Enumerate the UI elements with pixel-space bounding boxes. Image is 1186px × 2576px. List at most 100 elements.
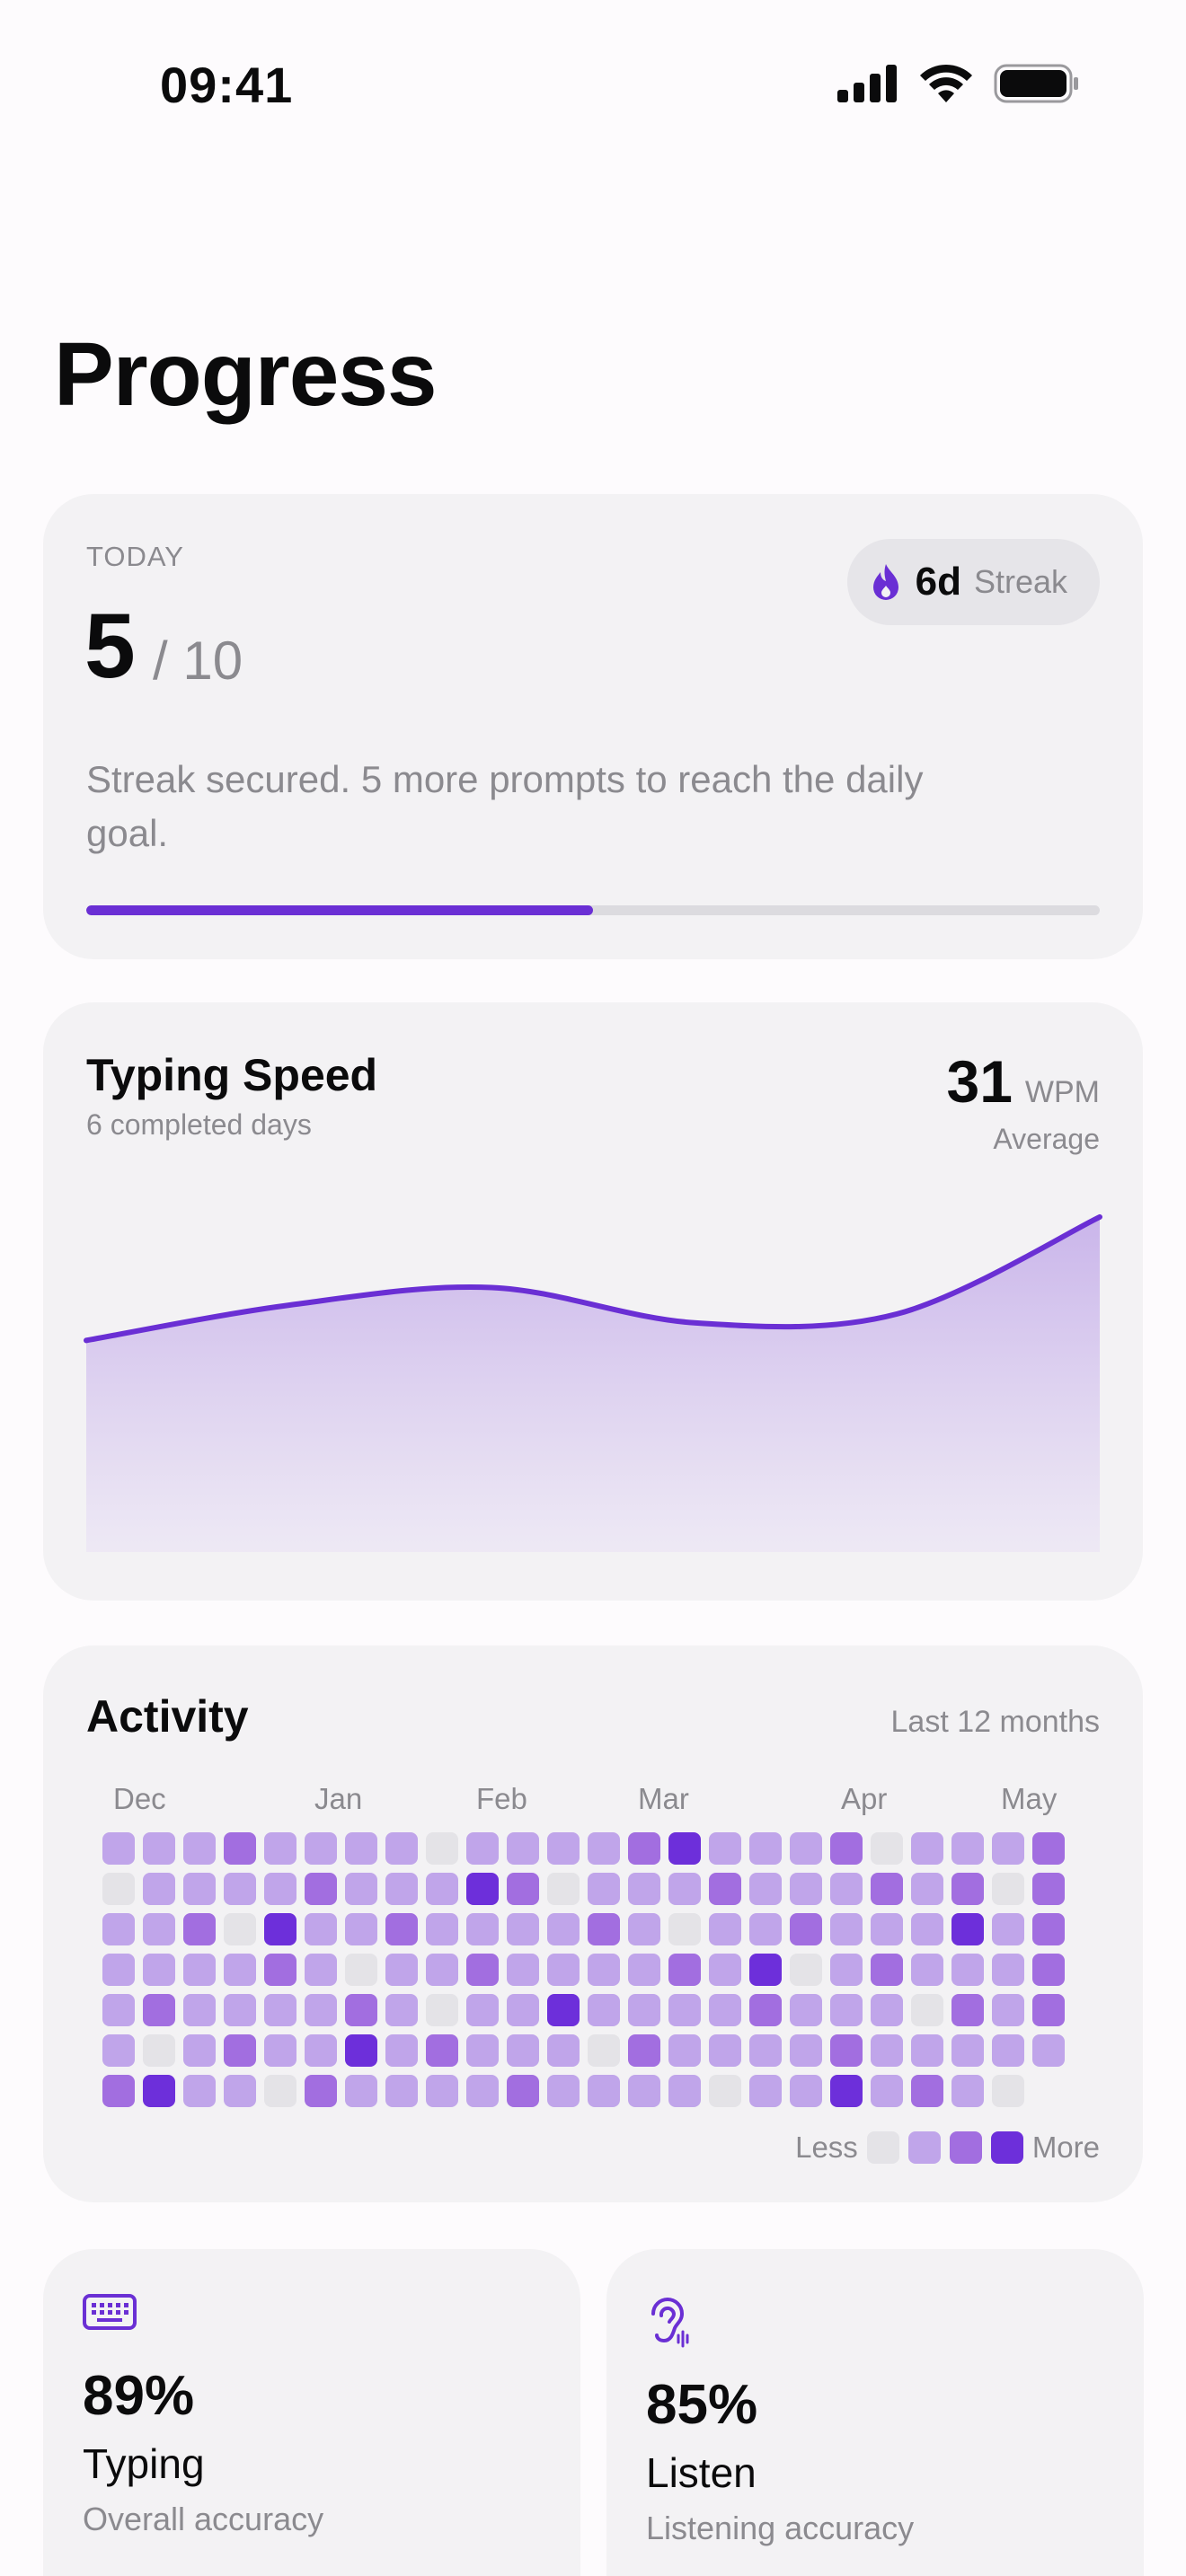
activity-day-cell[interactable] — [224, 2034, 256, 2067]
activity-day-cell[interactable] — [628, 1954, 660, 1986]
activity-day-cell[interactable] — [345, 2075, 377, 2107]
activity-day-cell[interactable] — [183, 2034, 216, 2067]
activity-day-cell[interactable] — [183, 1994, 216, 2026]
activity-day-cell[interactable] — [709, 1954, 741, 1986]
activity-day-cell[interactable] — [102, 1913, 135, 1945]
activity-day-cell[interactable] — [709, 2034, 741, 2067]
activity-day-cell[interactable] — [183, 1954, 216, 1986]
activity-day-cell[interactable] — [790, 1913, 822, 1945]
activity-day-cell[interactable] — [224, 1994, 256, 2026]
activity-day-cell[interactable] — [102, 2034, 135, 2067]
typing-speed-card[interactable]: Typing Speed 6 completed days 31 WPM Ave… — [43, 1002, 1143, 1601]
activity-day-cell[interactable] — [790, 2075, 822, 2107]
activity-day-cell[interactable] — [911, 1954, 943, 1986]
activity-day-cell[interactable] — [1032, 2034, 1065, 2067]
activity-day-cell[interactable] — [871, 1954, 903, 1986]
activity-day-cell[interactable] — [547, 1913, 580, 1945]
activity-day-cell[interactable] — [547, 2034, 580, 2067]
activity-day-cell[interactable] — [992, 1832, 1024, 1865]
activity-day-cell[interactable] — [102, 1994, 135, 2026]
activity-day-cell[interactable] — [264, 1832, 296, 1865]
activity-day-cell[interactable] — [305, 1994, 337, 2026]
activity-day-cell[interactable] — [183, 2075, 216, 2107]
activity-day-cell[interactable] — [588, 1832, 620, 1865]
activity-day-cell[interactable] — [547, 1954, 580, 1986]
activity-day-cell[interactable] — [547, 2075, 580, 2107]
activity-day-cell[interactable] — [183, 1832, 216, 1865]
activity-day-cell[interactable] — [749, 2034, 782, 2067]
activity-day-cell[interactable] — [426, 1913, 458, 1945]
activity-day-cell[interactable] — [668, 2075, 701, 2107]
activity-day-cell[interactable] — [790, 1873, 822, 1905]
activity-day-cell[interactable] — [709, 1832, 741, 1865]
activity-day-cell[interactable] — [668, 1873, 701, 1905]
activity-day-cell[interactable] — [466, 1994, 499, 2026]
activity-day-cell[interactable] — [588, 1873, 620, 1905]
activity-day-cell[interactable] — [830, 1954, 863, 1986]
activity-day-cell[interactable] — [628, 1913, 660, 1945]
activity-day-cell[interactable] — [992, 1954, 1024, 1986]
activity-day-cell[interactable] — [466, 2034, 499, 2067]
activity-day-cell[interactable] — [466, 1954, 499, 1986]
activity-day-cell[interactable] — [507, 1873, 539, 1905]
activity-day-cell[interactable] — [628, 1994, 660, 2026]
activity-day-cell[interactable] — [264, 1873, 296, 1905]
activity-day-cell[interactable] — [507, 1994, 539, 2026]
activity-day-cell[interactable] — [345, 1913, 377, 1945]
activity-day-cell[interactable] — [224, 1954, 256, 1986]
activity-day-cell[interactable] — [224, 1913, 256, 1945]
activity-day-cell[interactable] — [143, 1954, 175, 1986]
activity-day-cell[interactable] — [547, 1832, 580, 1865]
activity-day-cell[interactable] — [668, 1994, 701, 2026]
activity-day-cell[interactable] — [547, 1994, 580, 2026]
activity-day-cell[interactable] — [426, 1954, 458, 1986]
activity-day-cell[interactable] — [830, 1832, 863, 1865]
activity-day-cell[interactable] — [871, 1913, 903, 1945]
activity-day-cell[interactable] — [668, 1913, 701, 1945]
activity-day-cell[interactable] — [951, 2075, 984, 2107]
activity-day-cell[interactable] — [628, 1832, 660, 1865]
activity-day-cell[interactable] — [345, 2034, 377, 2067]
activity-day-cell[interactable] — [871, 1832, 903, 1865]
activity-day-cell[interactable] — [951, 1994, 984, 2026]
activity-day-cell[interactable] — [871, 2075, 903, 2107]
activity-day-cell[interactable] — [224, 1832, 256, 1865]
activity-day-cell[interactable] — [1032, 1832, 1065, 1865]
activity-day-cell[interactable] — [830, 1873, 863, 1905]
activity-day-cell[interactable] — [305, 1913, 337, 1945]
activity-day-cell[interactable] — [1032, 1994, 1065, 2026]
activity-day-cell[interactable] — [871, 1873, 903, 1905]
activity-day-cell[interactable] — [992, 2034, 1024, 2067]
activity-day-cell[interactable] — [749, 1913, 782, 1945]
activity-day-cell[interactable] — [911, 2034, 943, 2067]
activity-day-cell[interactable] — [183, 1873, 216, 1905]
activity-day-cell[interactable] — [668, 1954, 701, 1986]
activity-day-cell[interactable] — [345, 1954, 377, 1986]
activity-day-cell[interactable] — [305, 2034, 337, 2067]
activity-day-cell[interactable] — [264, 2075, 296, 2107]
activity-day-cell[interactable] — [385, 2075, 418, 2107]
listening-accuracy-card[interactable]: 85% Listen Listening accuracy — [606, 2249, 1144, 2576]
activity-day-cell[interactable] — [385, 1994, 418, 2026]
activity-day-cell[interactable] — [588, 1913, 620, 1945]
activity-day-cell[interactable] — [668, 2034, 701, 2067]
activity-day-cell[interactable] — [911, 1832, 943, 1865]
activity-day-cell[interactable] — [951, 1913, 984, 1945]
activity-day-cell[interactable] — [588, 2034, 620, 2067]
activity-day-cell[interactable] — [264, 2034, 296, 2067]
activity-day-cell[interactable] — [426, 2034, 458, 2067]
activity-day-cell[interactable] — [385, 1873, 418, 1905]
activity-day-cell[interactable] — [426, 1994, 458, 2026]
activity-day-cell[interactable] — [1032, 1954, 1065, 1986]
activity-day-cell[interactable] — [749, 1873, 782, 1905]
activity-day-cell[interactable] — [102, 1832, 135, 1865]
activity-card[interactable]: Activity Last 12 months Dec Jan Feb Mar … — [43, 1645, 1143, 2202]
activity-day-cell[interactable] — [507, 1954, 539, 1986]
activity-day-cell[interactable] — [466, 2075, 499, 2107]
activity-day-cell[interactable] — [466, 1913, 499, 1945]
activity-day-cell[interactable] — [911, 2075, 943, 2107]
activity-day-cell[interactable] — [790, 1832, 822, 1865]
activity-day-cell[interactable] — [143, 1832, 175, 1865]
activity-day-cell[interactable] — [830, 1913, 863, 1945]
activity-day-cell[interactable] — [305, 1954, 337, 1986]
